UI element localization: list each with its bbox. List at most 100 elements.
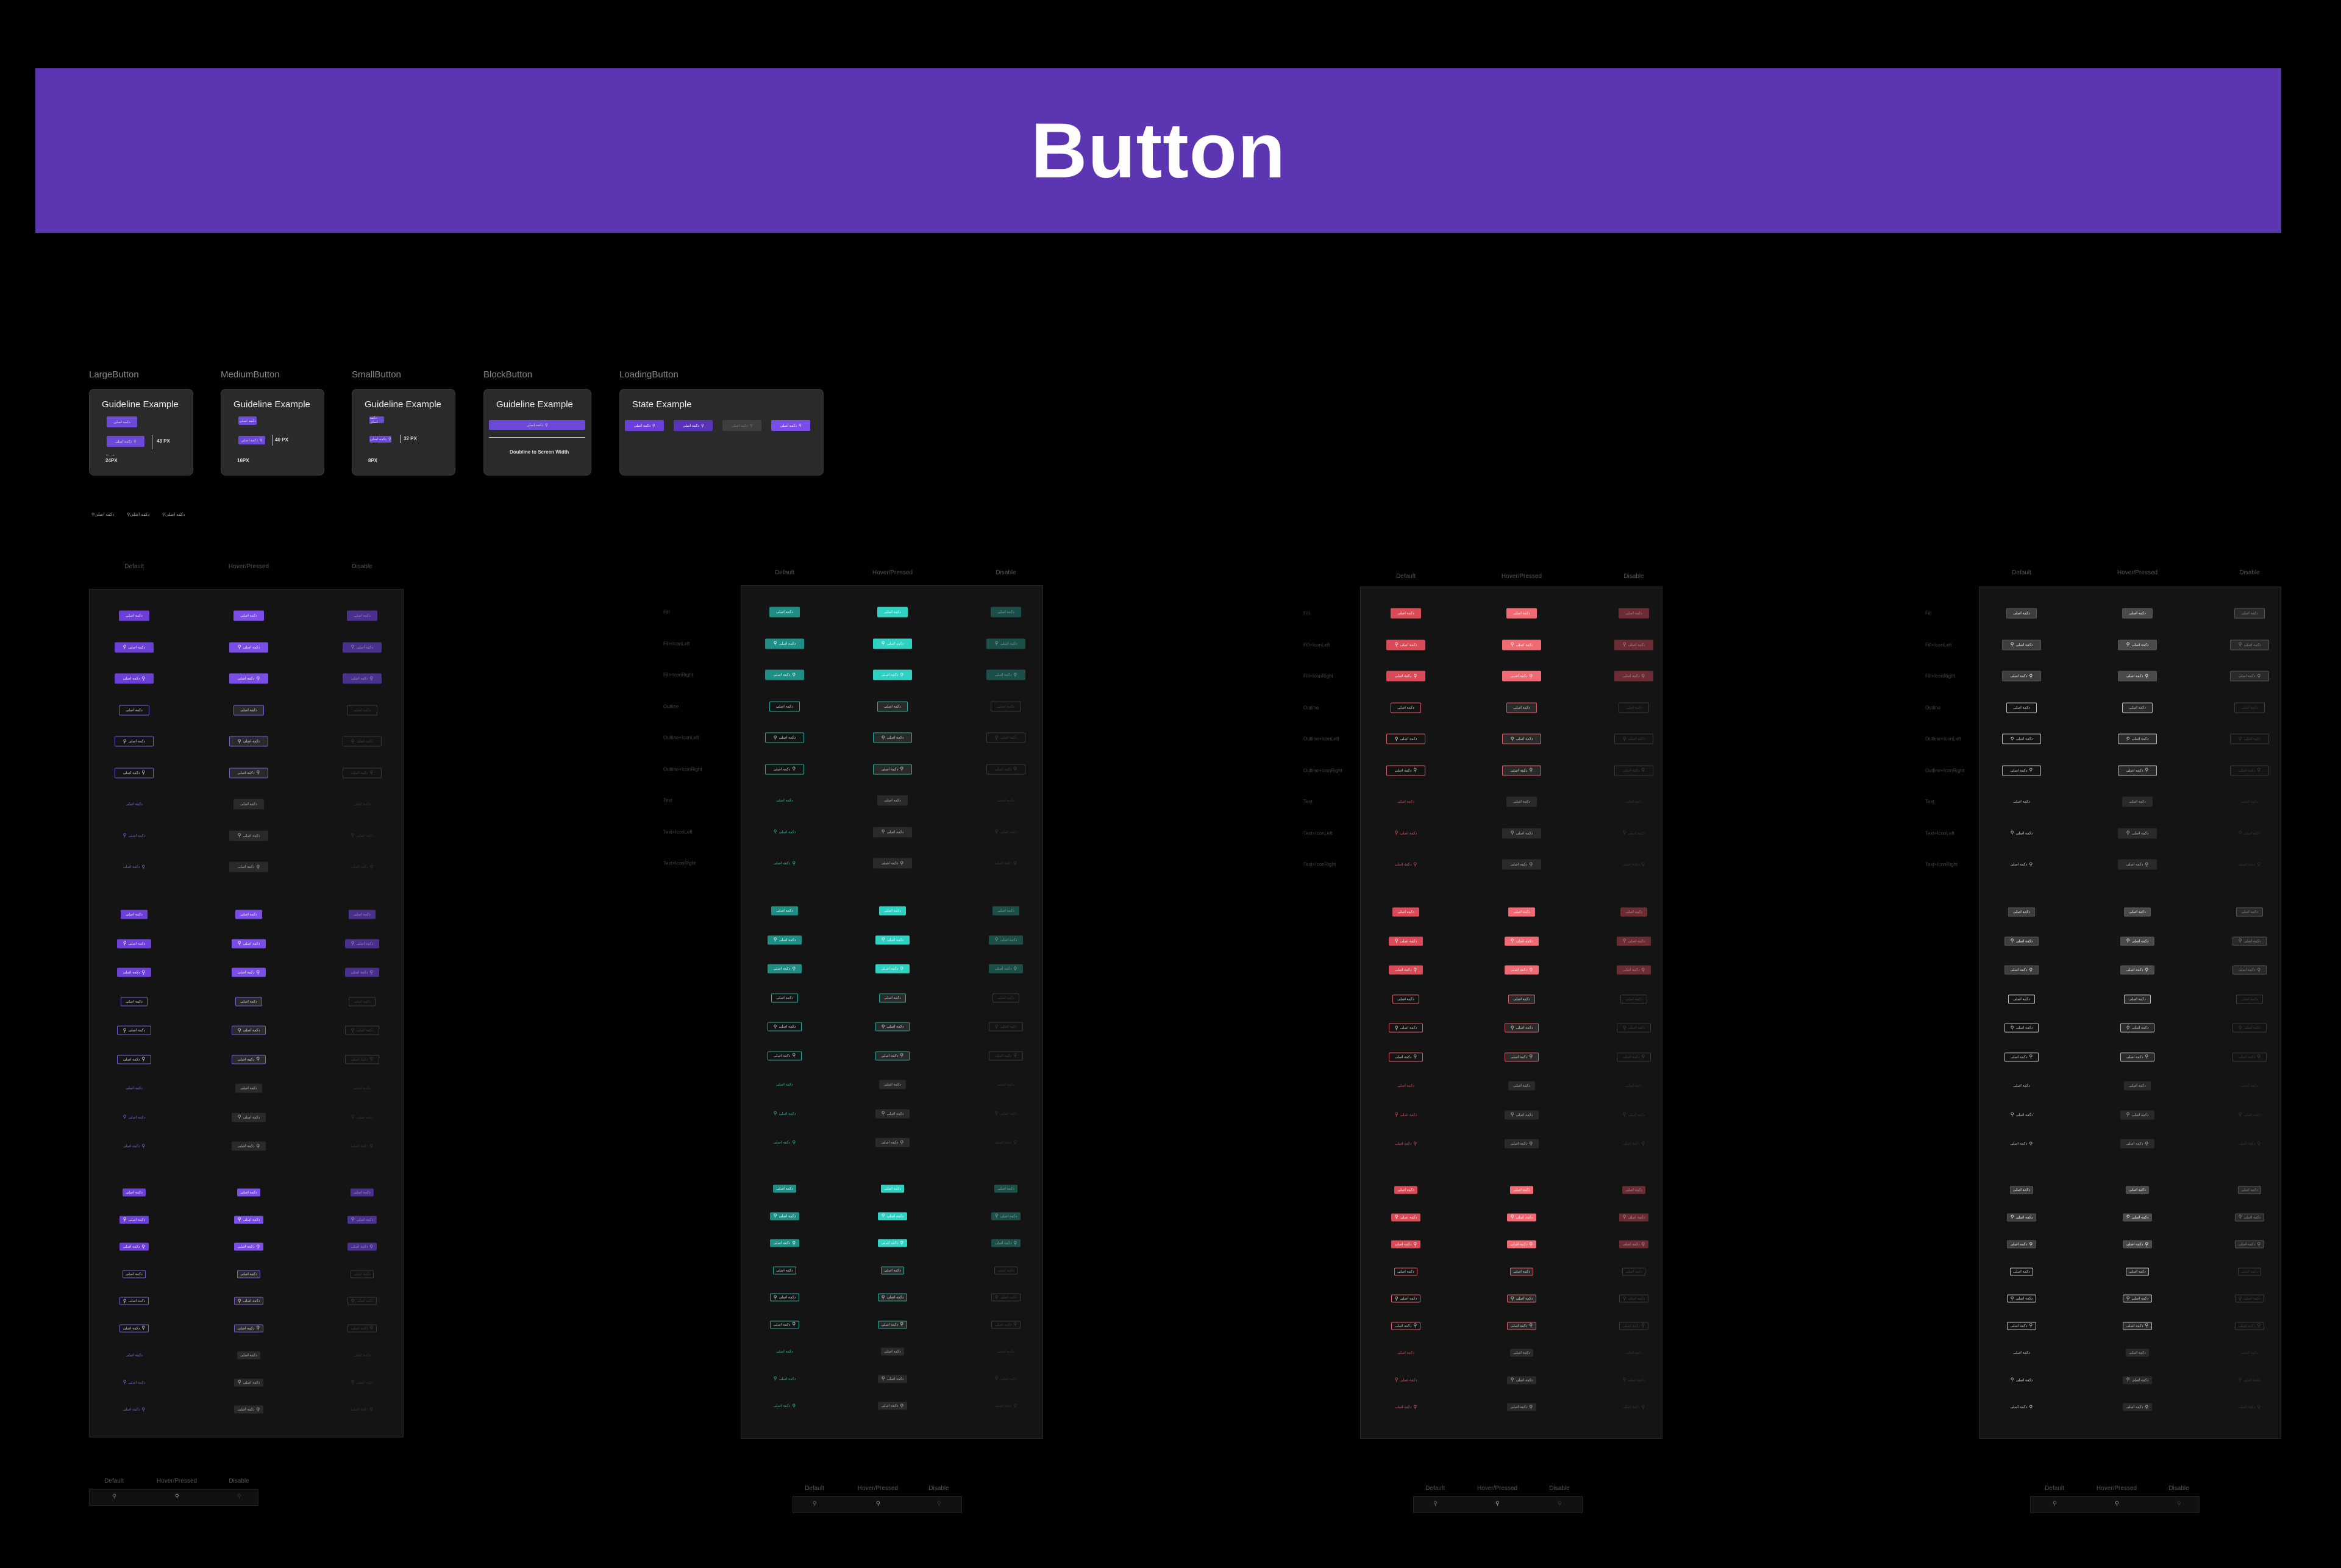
button-gray-text-il-default[interactable]: ⚲ دکمه اصلی (2004, 1110, 2039, 1119)
button-gray-text-hover[interactable]: دکمه اصلی (2124, 1081, 2151, 1091)
button-teal-text-il-default[interactable]: ⚲ دکمه اصلی (770, 1375, 799, 1383)
button-purple-text-il-default[interactable]: ⚲ دکمه اصلی (115, 830, 154, 841)
button-purple-outline-ir-default[interactable]: دکمه اصلی ⚲ (117, 1055, 151, 1064)
button-red-fill-default[interactable]: دکمه اصلی (1392, 907, 1419, 917)
button-gray-fill-hover[interactable]: دکمه اصلی (2124, 907, 2151, 917)
button-red-outline-hover[interactable]: دکمه اصلی (1510, 1267, 1533, 1275)
button-red-fill-ir-hover[interactable]: دکمه اصلی ⚲ (1502, 671, 1541, 682)
button-red-text-default[interactable]: دکمه اصلی (1391, 797, 1421, 807)
button-teal-fill-ir-default[interactable]: دکمه اصلی ⚲ (765, 669, 804, 680)
button-red-fill-il-default[interactable]: ⚲ دکمه اصلی (1386, 640, 1425, 650)
button-red-outline-default[interactable]: دکمه اصلی (1392, 994, 1419, 1003)
button-teal-outline-default[interactable]: دکمه اصلی (771, 993, 798, 1002)
search-icon[interactable]: ⚲ (813, 1500, 817, 1507)
button-red-fill-ir-hover[interactable]: دکمه اصلی ⚲ (1507, 1240, 1536, 1249)
button-gray-fill-il-hover[interactable]: ⚲ دکمه اصلی (2118, 640, 2157, 650)
button-red-text-default[interactable]: دکمه اصلی (1392, 1082, 1419, 1091)
button-gray-text-ir-hover[interactable]: دکمه اصلی ⚲ (2120, 1139, 2154, 1149)
button-teal-fill-il-hover[interactable]: ⚲ دکمه اصلی (878, 1212, 907, 1220)
button-gray-text-il-default[interactable]: ⚲ دکمه اصلی (2002, 828, 2041, 838)
button-teal-fill-ir-default[interactable]: دکمه اصلی ⚲ (768, 964, 802, 974)
button-gray-fill-il-hover[interactable]: ⚲ دکمه اصلی (2123, 1213, 2152, 1221)
button-teal-fill-ir-hover[interactable]: دکمه اصلی ⚲ (878, 1239, 907, 1247)
button-gray-outline-ir-hover[interactable]: دکمه اصلی ⚲ (2123, 1322, 2152, 1330)
button-purple-text-default[interactable]: دکمه اصلی (123, 1352, 146, 1360)
button-gray-outline-ir-default[interactable]: دکمه اصلی ⚲ (2002, 765, 2041, 775)
button-gray-outline-il-hover[interactable]: ⚲ دکمه اصلی (2118, 733, 2157, 744)
button-red-outline-ir-default[interactable]: دکمه اصلی ⚲ (1386, 765, 1425, 775)
search-icon[interactable]: ⚲ (175, 1493, 179, 1500)
button-gray-outline-ir-hover[interactable]: دکمه اصلی ⚲ (2118, 765, 2157, 775)
button-gray-fill-ir-default[interactable]: دکمه اصلی ⚲ (2002, 671, 2041, 682)
button-red-outline-ir-hover[interactable]: دکمه اصلی ⚲ (1502, 765, 1541, 775)
button-gray-fill-ir-default[interactable]: دکمه اصلی ⚲ (2004, 965, 2039, 975)
button-red-fill-ir-hover[interactable]: دکمه اصلی ⚲ (1505, 965, 1539, 975)
button-teal-text-ir-default[interactable]: دکمه اصلی ⚲ (770, 1402, 799, 1410)
button-teal-fill-il-default[interactable]: ⚲ دکمه اصلی (770, 1212, 799, 1220)
button-purple-fill-il-default[interactable]: ⚲ دکمه اصلی (119, 1216, 149, 1224)
button-purple-outline-hover[interactable]: دکمه اصلی (233, 705, 264, 715)
button-red-fill-il-hover[interactable]: ⚲ دکمه اصلی (1507, 1213, 1536, 1221)
button-purple-outline-il-default[interactable]: ⚲ دکمه اصلی (117, 1025, 151, 1035)
button-teal-fill-default[interactable]: دکمه اصلی (769, 607, 800, 618)
button-gray-fill-ir-hover[interactable]: دکمه اصلی ⚲ (2123, 1240, 2152, 1249)
button-gray-fill-il-default[interactable]: ⚲ دکمه اصلی (2002, 640, 2041, 650)
button-teal-text-hover[interactable]: دکمه اصلی (881, 1347, 904, 1356)
button-red-outline-il-hover[interactable]: ⚲ دکمه اصلی (1502, 733, 1541, 744)
button-purple-text-ir-default[interactable]: دکمه اصلی ⚲ (117, 1142, 151, 1151)
button-red-text-il-hover[interactable]: ⚲ دکمه اصلی (1507, 1376, 1536, 1384)
button-red-fill-il-hover[interactable]: ⚲ دکمه اصلی (1502, 640, 1541, 650)
button-purple-outline-il-hover[interactable]: ⚲ دکمه اصلی (234, 1297, 263, 1305)
button-gray-outline-il-default[interactable]: ⚲ دکمه اصلی (2002, 733, 2041, 744)
button-teal-text-default[interactable]: دکمه اصلی (769, 796, 800, 806)
button-purple-fill-default[interactable]: دکمه اصلی (119, 610, 149, 621)
button-red-outline-il-default[interactable]: ⚲ دکمه اصلی (1391, 1294, 1420, 1303)
button-teal-fill-ir-default[interactable]: دکمه اصلی ⚲ (770, 1239, 799, 1247)
sample-text-button[interactable]: ⚲دکمه اصلی (127, 512, 149, 517)
button-gray-outline-ir-default[interactable]: دکمه اصلی ⚲ (2007, 1322, 2036, 1330)
button-teal-text-hover[interactable]: دکمه اصلی (879, 1080, 906, 1089)
button-purple-outline-default[interactable]: دکمه اصلی (121, 997, 148, 1006)
button-teal-outline-hover[interactable]: دکمه اصلی (879, 993, 906, 1002)
search-icon[interactable]: ⚲ (876, 1500, 880, 1507)
button-red-outline-ir-default[interactable]: دکمه اصلی ⚲ (1389, 1052, 1423, 1061)
button-gray-text-il-hover[interactable]: ⚲ دکمه اصلی (2120, 1110, 2154, 1119)
button-gray-outline-default[interactable]: دکمه اصلی (2008, 994, 2035, 1003)
button-purple-fill-hover[interactable]: دکمه اصلی (233, 610, 264, 621)
button-gray-outline-hover[interactable]: دکمه اصلی (2122, 702, 2153, 713)
sample-text-button[interactable]: ⚲دکمه اصلی (162, 512, 185, 517)
button-red-outline-default[interactable]: دکمه اصلی (1391, 702, 1421, 713)
button-purple-text-default[interactable]: دکمه اصلی (119, 799, 149, 810)
button-purple-fill-il-hover[interactable]: ⚲ دکمه اصلی (232, 939, 266, 948)
button-gray-text-hover[interactable]: دکمه اصلی (2122, 796, 2153, 807)
button-purple-outline-ir-default[interactable]: دکمه اصلی ⚲ (119, 1324, 149, 1332)
button-gray-outline-il-default[interactable]: ⚲ دکمه اصلی (2004, 1023, 2039, 1033)
button-purple-fill-default[interactable]: دکمه اصلی (121, 910, 148, 919)
search-icon[interactable]: ⚲ (1433, 1500, 1438, 1507)
button-purple-outline-default[interactable]: دکمه اصلی (123, 1270, 146, 1278)
button-teal-outline-il-default[interactable]: ⚲ دکمه اصلی (765, 732, 804, 743)
button-teal-fill-hover[interactable]: دکمه اصلی (877, 607, 908, 618)
button-gray-outline-default[interactable]: دکمه اصلی (2010, 1267, 2033, 1275)
button-teal-fill-hover[interactable]: دکمه اصلی (879, 906, 906, 916)
button-teal-outline-il-hover[interactable]: ⚲ دکمه اصلی (878, 1293, 907, 1302)
button-red-text-il-default[interactable]: ⚲ دکمه اصلی (1391, 1376, 1420, 1384)
button-purple-outline-il-hover[interactable]: ⚲ دکمه اصلی (229, 736, 268, 747)
button-gray-fill-il-default[interactable]: ⚲ دکمه اصلی (2004, 936, 2039, 946)
button-purple-text-ir-default[interactable]: دکمه اصلی ⚲ (115, 862, 154, 872)
button-teal-fill-ir-hover[interactable]: دکمه اصلی ⚲ (873, 669, 912, 680)
button-purple-text-hover[interactable]: دکمه اصلی (235, 1083, 262, 1093)
button-purple-fill-il-hover[interactable]: ⚲ دکمه اصلی (234, 1216, 263, 1224)
button-red-fill-default[interactable]: دکمه اصلی (1391, 608, 1421, 619)
button-red-text-hover[interactable]: دکمه اصلی (1510, 1349, 1533, 1357)
button-gray-fill-hover[interactable]: دکمه اصلی (2126, 1186, 2149, 1194)
button-teal-text-hover[interactable]: دکمه اصلی (877, 795, 908, 806)
button-teal-outline-il-default[interactable]: ⚲ دکمه اصلی (770, 1293, 799, 1302)
button-red-fill-hover[interactable]: دکمه اصلی (1506, 608, 1537, 619)
button-red-outline-ir-default[interactable]: دکمه اصلی ⚲ (1391, 1322, 1420, 1330)
button-red-text-ir-default[interactable]: دکمه اصلی ⚲ (1386, 860, 1425, 870)
button-teal-fill-il-default[interactable]: ⚲ دکمه اصلی (768, 935, 802, 944)
button-purple-text-il-default[interactable]: ⚲ دکمه اصلی (119, 1378, 149, 1386)
button-teal-text-il-hover[interactable]: ⚲ دکمه اصلی (873, 827, 912, 837)
button-teal-fill-hover[interactable]: دکمه اصلی (881, 1185, 904, 1193)
